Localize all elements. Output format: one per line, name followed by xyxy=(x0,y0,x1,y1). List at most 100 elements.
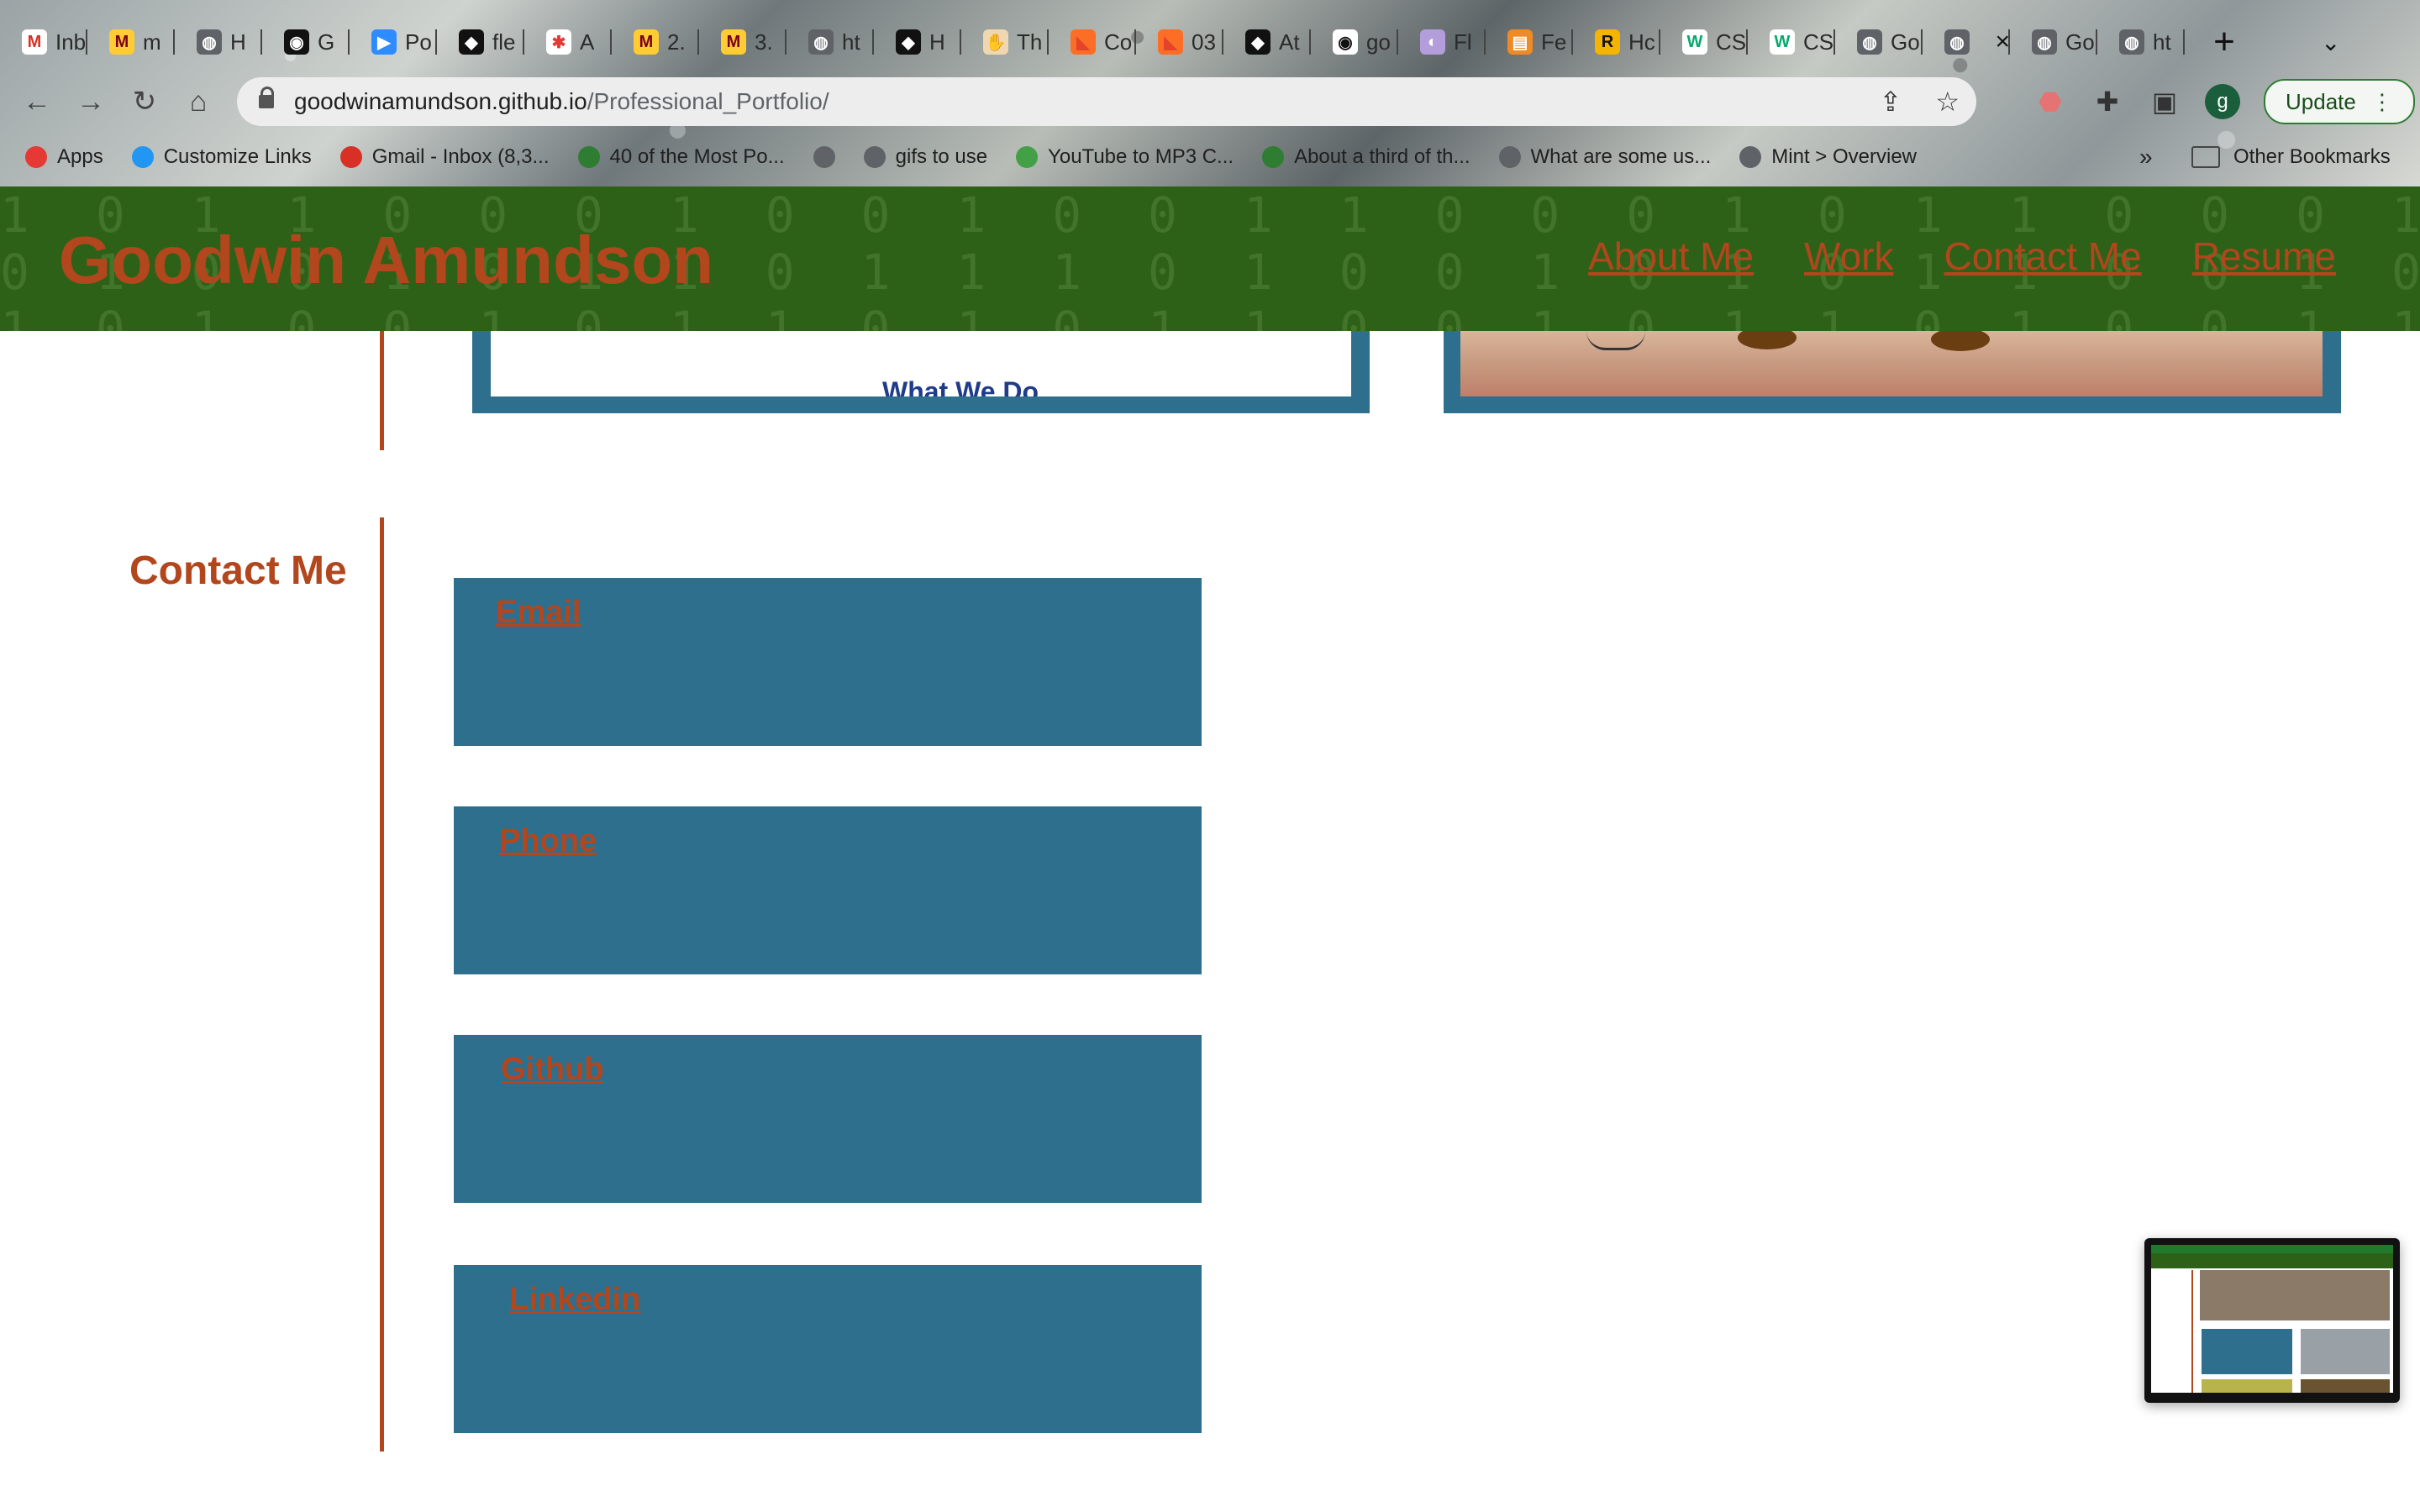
home-icon[interactable]: ⌂ xyxy=(171,86,225,118)
nav-link-about-me[interactable]: About Me xyxy=(1588,234,1754,279)
browser-tab[interactable]: ◉ go xyxy=(1311,16,1398,68)
extension-record-icon[interactable]: ⬣ xyxy=(2033,86,2067,118)
folder-icon xyxy=(2191,146,2220,168)
bookmark-item[interactable]: Customize Links xyxy=(131,145,312,169)
thumbnail-card xyxy=(2202,1379,2292,1393)
forward-arrow-icon[interactable]: → xyxy=(64,86,118,118)
bookmarks-overflow-chevron-icon[interactable]: » xyxy=(2139,144,2153,171)
github-icon: ◉ xyxy=(1333,29,1358,55)
umn-icon: M xyxy=(109,29,134,55)
back-arrow-icon[interactable]: ← xyxy=(10,86,64,118)
browser-tab[interactable]: ◐ Fl xyxy=(1398,16,1486,68)
browser-tab[interactable]: ◍ Go xyxy=(2010,16,2097,68)
browser-tab[interactable]: M 2. xyxy=(612,16,699,68)
bookmark-item[interactable]: Apps xyxy=(25,145,103,169)
github-link[interactable]: Github xyxy=(501,1052,603,1088)
work-project-card[interactable] xyxy=(1444,331,2341,413)
tab-title: m xyxy=(143,29,161,55)
thumbnail-header xyxy=(2151,1253,2393,1268)
browser-tab[interactable]: ◣ Co xyxy=(1049,16,1136,68)
tab-title: Po xyxy=(405,29,432,55)
linkedin-link[interactable]: Linkedin xyxy=(509,1282,640,1318)
bookmark-item[interactable]: Mint > Overview xyxy=(1739,145,1917,169)
nav-link-resume[interactable]: Resume xyxy=(2192,234,2336,279)
new-tab-plus-icon[interactable]: + xyxy=(2203,21,2245,63)
browser-tab[interactable]: ◆ fle xyxy=(437,16,524,68)
contact-card-github: Github xyxy=(454,1035,1202,1203)
bookmark-label: YouTube to MP3 C... xyxy=(1048,145,1234,168)
tab-title: go xyxy=(1366,29,1391,55)
profile-avatar[interactable]: g xyxy=(2205,84,2240,119)
picture-in-picture-thumbnail[interactable] xyxy=(2144,1238,2400,1403)
url-host: goodwinamundson.github.io xyxy=(294,88,587,114)
globe-icon: ◍ xyxy=(1944,29,1970,55)
tab-title: Fl xyxy=(1454,29,1472,55)
bookmark-item[interactable]: 40 of the Most Po... xyxy=(577,145,785,169)
nav-link-work[interactable]: Work xyxy=(1804,234,1894,279)
browser-tab[interactable]: ◍ Go xyxy=(1835,16,1923,68)
browser-tab[interactable]: ▶ Po xyxy=(350,16,437,68)
browser-tab[interactable]: M Inb xyxy=(0,16,87,68)
browser-tab[interactable]: Mm xyxy=(87,16,175,68)
globe-icon xyxy=(813,146,835,168)
other-bookmarks[interactable]: Other Bookmarks xyxy=(2191,145,2391,169)
work-project-image xyxy=(1460,331,2323,396)
umn-icon: M xyxy=(634,29,659,55)
update-button[interactable]: Update ⋮ xyxy=(2264,79,2415,124)
extensions-puzzle-icon[interactable]: ✚ xyxy=(2091,86,2124,118)
browser-tab[interactable]: ◍ ht xyxy=(2097,16,2185,68)
browser-tab[interactable]: ✱ A xyxy=(524,16,612,68)
thumbnail-card xyxy=(2301,1379,2390,1393)
browser-tab[interactable]: M 3. xyxy=(699,16,786,68)
browser-tab[interactable]: W CS xyxy=(1748,16,1835,68)
tab-title: H xyxy=(929,29,945,55)
codecademy-icon: ◆ xyxy=(1245,29,1270,55)
tab-title: Hc xyxy=(1628,29,1655,55)
contact-card-phone: Phone xyxy=(454,806,1202,974)
side-panel-icon[interactable]: ▣ xyxy=(2148,86,2181,118)
work-project-card[interactable]: What We Do xyxy=(472,331,1370,413)
windows-icon xyxy=(131,146,154,168)
tab-title: Co xyxy=(1104,29,1133,55)
bookmark-item[interactable]: What are some us... xyxy=(1498,145,1711,169)
flow-icon: ◐ xyxy=(1420,29,1445,55)
url-text[interactable]: goodwinamundson.github.io/Professional_P… xyxy=(294,88,829,115)
site-nav: About Me Work Contact Me Resume xyxy=(1588,234,2336,279)
lock-icon[interactable] xyxy=(259,87,274,110)
phone-link[interactable]: Phone xyxy=(499,823,597,859)
browser-tab[interactable]: ◍ ht xyxy=(786,16,874,68)
browser-tab[interactable]: ◣ 03 xyxy=(1136,16,1223,68)
tab-title: Fe xyxy=(1541,29,1567,55)
bookmark-item[interactable]: YouTube to MP3 C... xyxy=(1016,145,1234,169)
tab-title: At xyxy=(1279,29,1300,55)
browser-tab[interactable]: ✋ Th xyxy=(961,16,1049,68)
tab-title: G xyxy=(318,29,335,55)
browser-tab[interactable]: W CS xyxy=(1660,16,1748,68)
browser-tab[interactable]: ◆ H xyxy=(874,16,961,68)
nav-link-contact-me[interactable]: Contact Me xyxy=(1944,234,2141,279)
reload-icon[interactable]: ↻ xyxy=(118,85,171,118)
site-header: 1 0 1 1 0 0 0 1 0 0 1 0 0 1 1 0 0 0 1 0 … xyxy=(0,186,2420,331)
work-card-caption: What We Do xyxy=(882,376,1039,396)
bookmark-item[interactable]: gifs to use xyxy=(863,145,987,169)
github-icon: ◉ xyxy=(284,29,309,55)
tab-search-chevron-icon[interactable]: ⌄ xyxy=(2321,29,2340,56)
browser-tab[interactable]: ◍ × xyxy=(1923,16,2010,68)
bookmark-item[interactable] xyxy=(813,146,835,168)
browser-tab[interactable]: ◍ H xyxy=(175,16,262,68)
browser-tab[interactable]: ◆ At xyxy=(1223,16,1311,68)
bookmark-star-icon[interactable]: ☆ xyxy=(1935,86,1960,118)
bookmark-item[interactable]: Gmail - Inbox (8,3... xyxy=(339,145,550,169)
browser-tab[interactable]: ▤ Fe xyxy=(1486,16,1573,68)
share-icon[interactable]: ⇪ xyxy=(1880,86,1902,118)
bookmark-item[interactable]: About a third of th... xyxy=(1262,145,1470,169)
browser-tab[interactable]: ◉ G xyxy=(262,16,350,68)
address-bar[interactable]: goodwinamundson.github.io/Professional_P… xyxy=(237,77,1976,126)
email-link[interactable]: Email xyxy=(496,595,581,631)
contact-heading: Contact Me xyxy=(129,549,347,593)
codecademy-icon: ◆ xyxy=(896,29,921,55)
tab-title: H xyxy=(230,29,246,55)
close-tab-icon[interactable]: × xyxy=(1995,28,2010,56)
browser-tab[interactable]: R Hc xyxy=(1573,16,1660,68)
beetle-illustration xyxy=(1738,331,1797,349)
